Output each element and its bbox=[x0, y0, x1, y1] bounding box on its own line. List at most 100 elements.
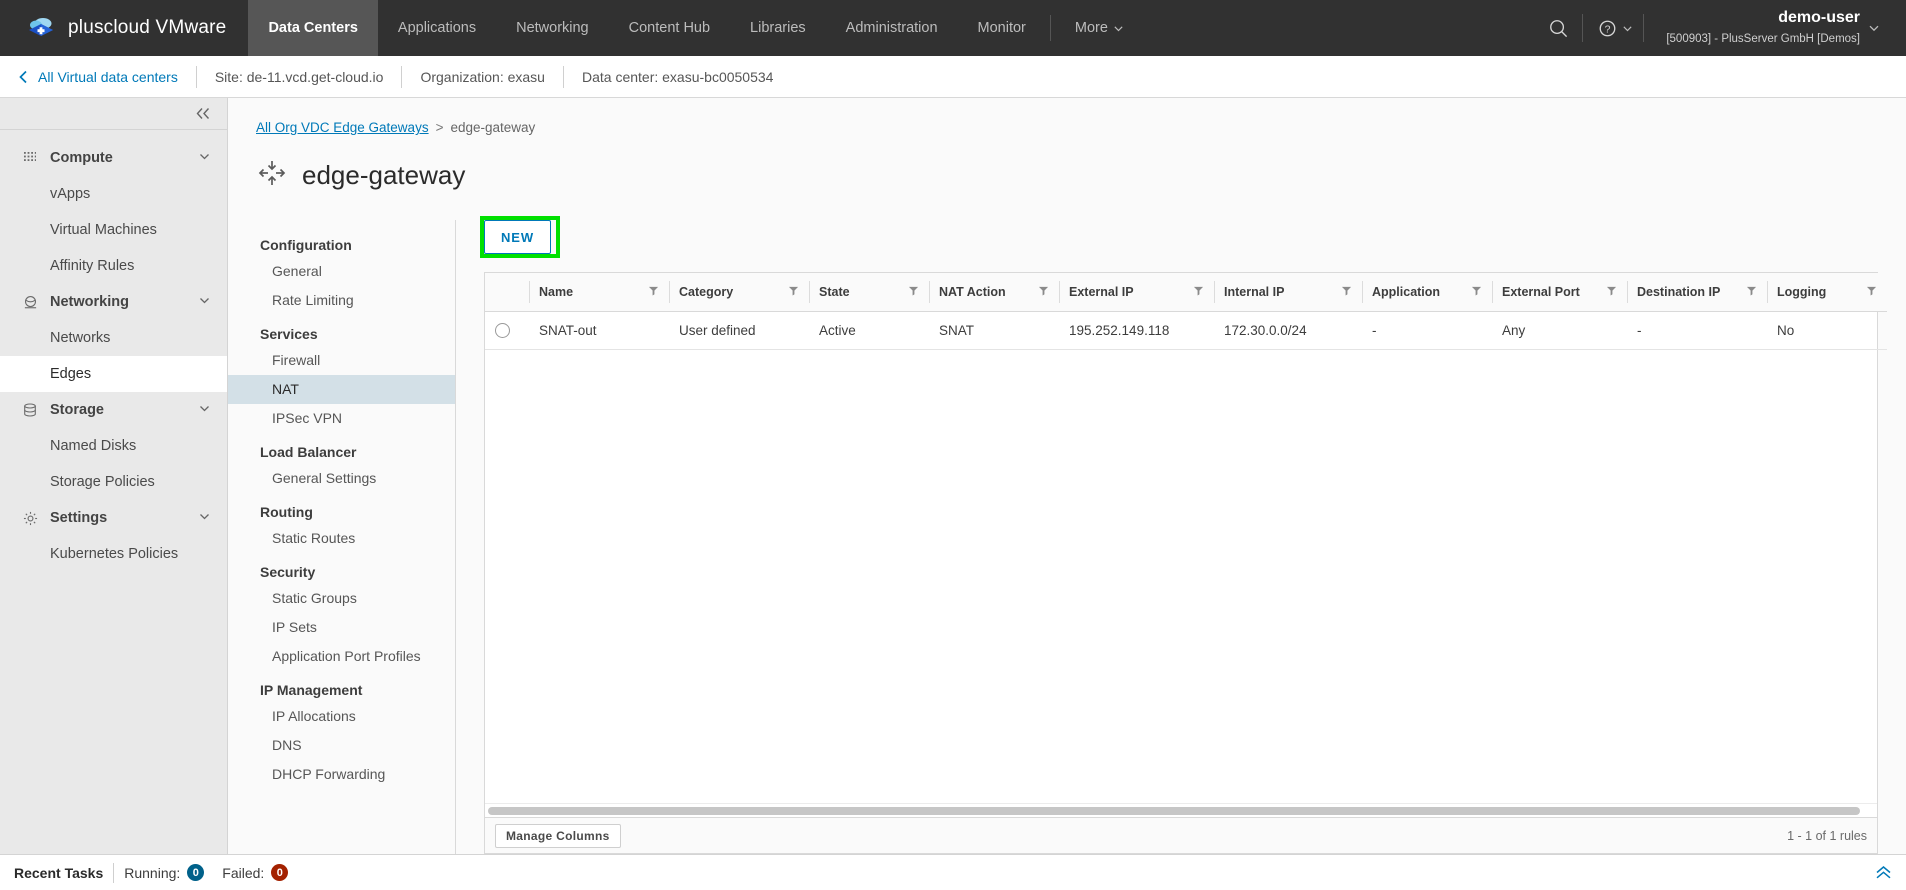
chevron-down-icon[interactable] bbox=[198, 150, 211, 167]
sidebar-group-label-settings: Settings bbox=[50, 510, 108, 526]
sidebar-group-settings[interactable]: Settings bbox=[0, 500, 227, 536]
subnav-item-firewall[interactable]: Firewall bbox=[228, 346, 455, 375]
sidebar-item-kubernetes-policies[interactable]: Kubernetes Policies bbox=[0, 536, 227, 572]
sidebar-item-affinity-rules[interactable]: Affinity Rules bbox=[0, 248, 227, 284]
gear-icon bbox=[20, 511, 40, 526]
sidebar-item-vapps[interactable]: vApps bbox=[0, 176, 227, 212]
scrollbar-thumb[interactable] bbox=[488, 806, 1861, 815]
new-button[interactable]: NEW bbox=[484, 220, 552, 254]
context-breadcrumb-bar: All Virtual data centers Site: de-11.vcd… bbox=[0, 56, 1906, 98]
chevron-down-icon[interactable] bbox=[198, 402, 211, 419]
cell-destination-ip: - bbox=[1627, 311, 1767, 350]
subnav-item-ipsec-vpn[interactable]: IPSec VPN bbox=[228, 404, 455, 433]
col-label-external-port: External Port bbox=[1502, 284, 1580, 299]
table-header-category[interactable]: Category bbox=[669, 273, 809, 312]
sidebar-group-compute[interactable]: Compute bbox=[0, 140, 227, 176]
page-title-row: edge-gateway bbox=[256, 157, 1906, 194]
breadcrumb-divider-3 bbox=[562, 65, 564, 88]
filter-icon[interactable] bbox=[1746, 285, 1757, 299]
brand-logo-area[interactable]: pluscloud VMware bbox=[0, 0, 248, 56]
nat-rules-table: Name Category State NAT Action External … bbox=[485, 273, 1887, 350]
subnav-item-dhcp-forwarding[interactable]: DHCP Forwarding bbox=[228, 760, 455, 789]
back-to-all-vdc-link[interactable]: All Virtual data centers bbox=[18, 69, 178, 85]
subnav-item-dns[interactable]: DNS bbox=[228, 731, 455, 760]
sidebar-group-label-storage: Storage bbox=[50, 402, 104, 418]
topnav-item-data-centers[interactable]: Data Centers bbox=[248, 0, 378, 56]
page-header: All Org VDC Edge Gateways > edge-gateway bbox=[228, 98, 1906, 194]
table-header-name[interactable]: Name bbox=[529, 273, 669, 312]
table-header-logging[interactable]: Logging bbox=[1767, 273, 1887, 312]
user-menu[interactable]: demo-user [500903] - PlusServer GmbH [De… bbox=[1644, 8, 1880, 48]
subnav-item-rate-limiting[interactable]: Rate Limiting bbox=[228, 286, 455, 315]
sidebar-item-storage-policies[interactable]: Storage Policies bbox=[0, 464, 227, 500]
filter-icon[interactable] bbox=[1866, 285, 1877, 299]
running-count-badge: 0 bbox=[187, 864, 205, 881]
table-body: SNAT-out User defined Active SNAT 195.25… bbox=[485, 311, 1887, 350]
sidebar-item-named-disks[interactable]: Named Disks bbox=[0, 428, 227, 464]
search-button[interactable] bbox=[1534, 0, 1582, 56]
top-navigation-bar: pluscloud VMware Data Centers Applicatio… bbox=[0, 0, 1906, 56]
row-radio-button[interactable] bbox=[495, 322, 510, 338]
table-header-application[interactable]: Application bbox=[1362, 273, 1492, 312]
table-header-internal-ip[interactable]: Internal IP bbox=[1214, 273, 1362, 312]
filter-icon[interactable] bbox=[788, 285, 799, 299]
double-chevron-left-icon bbox=[196, 108, 210, 119]
user-name: demo-user bbox=[1778, 9, 1860, 26]
network-globe-icon bbox=[20, 295, 40, 310]
page-body: Compute vApps Virtual Machines Affinity … bbox=[0, 98, 1906, 854]
filter-icon[interactable] bbox=[648, 285, 659, 299]
content-split: Configuration General Rate Limiting Serv… bbox=[228, 216, 1906, 854]
topnav-item-libraries[interactable]: Libraries bbox=[730, 0, 826, 56]
topnav-item-content-hub[interactable]: Content Hub bbox=[609, 0, 730, 56]
subnav-item-nat[interactable]: NAT bbox=[228, 375, 455, 404]
filter-icon[interactable] bbox=[1471, 285, 1482, 299]
chevron-left-icon bbox=[19, 70, 27, 83]
topnav-item-networking[interactable]: Networking bbox=[496, 0, 609, 56]
table-horizontal-scrollbar[interactable] bbox=[485, 803, 1877, 817]
table-header-external-port[interactable]: External Port bbox=[1492, 273, 1627, 312]
filter-icon[interactable] bbox=[1606, 285, 1617, 299]
sidebar-collapse-button[interactable] bbox=[0, 98, 227, 130]
sidebar-group-storage[interactable]: Storage bbox=[0, 392, 227, 428]
filter-icon[interactable] bbox=[1341, 285, 1352, 299]
subnav-item-ip-allocations[interactable]: IP Allocations bbox=[228, 702, 455, 731]
table-header-state[interactable]: State bbox=[809, 273, 929, 312]
topnav-item-applications[interactable]: Applications bbox=[378, 0, 496, 56]
manage-columns-button[interactable]: Manage Columns bbox=[495, 823, 621, 848]
subnav-item-static-routes[interactable]: Static Routes bbox=[228, 524, 455, 553]
help-circle-icon: ? bbox=[1599, 20, 1616, 36]
topnav-item-administration[interactable]: Administration bbox=[826, 0, 958, 56]
breadcrumb-link-all-edge-gateways[interactable]: All Org VDC Edge Gateways bbox=[256, 120, 429, 135]
table-header-destination-ip[interactable]: Destination IP bbox=[1627, 273, 1767, 312]
table-header-external-ip[interactable]: External IP bbox=[1059, 273, 1214, 312]
chevron-down-icon[interactable] bbox=[198, 510, 211, 527]
breadcrumb-current: edge-gateway bbox=[450, 120, 536, 135]
filter-icon[interactable] bbox=[1038, 285, 1049, 299]
table-header-nat-action[interactable]: NAT Action bbox=[929, 273, 1059, 312]
subnav-header-ip-management: IP Management bbox=[260, 682, 363, 698]
sidebar-group-networking[interactable]: Networking bbox=[0, 284, 227, 320]
topnav-item-monitor[interactable]: Monitor bbox=[958, 0, 1046, 56]
subnav-item-general-settings[interactable]: General Settings bbox=[228, 464, 455, 493]
subnav-item-general[interactable]: General bbox=[228, 257, 455, 286]
table-header-row: Name Category State NAT Action External … bbox=[485, 273, 1887, 312]
left-sidebar: Compute vApps Virtual Machines Affinity … bbox=[0, 98, 228, 854]
topnav-item-more[interactable]: More bbox=[1055, 0, 1144, 56]
running-tasks-stat: Running: 0 bbox=[124, 864, 205, 881]
help-button[interactable]: ? bbox=[1583, 0, 1643, 56]
expand-recent-tasks-button[interactable] bbox=[1875, 866, 1892, 879]
row-count-label: 1 - 1 of 1 rules bbox=[1787, 828, 1867, 843]
filter-icon[interactable] bbox=[908, 285, 919, 299]
sidebar-item-networks[interactable]: Networks bbox=[0, 320, 227, 356]
sidebar-item-edges[interactable]: Edges bbox=[0, 356, 227, 392]
sidebar-item-virtual-machines[interactable]: Virtual Machines bbox=[0, 212, 227, 248]
subnav-item-static-groups[interactable]: Static Groups bbox=[228, 584, 455, 613]
table-row[interactable]: SNAT-out User defined Active SNAT 195.25… bbox=[485, 311, 1887, 350]
subnav-header-routing: Routing bbox=[260, 504, 313, 520]
row-select-cell[interactable] bbox=[485, 311, 529, 350]
filter-icon[interactable] bbox=[1193, 285, 1204, 299]
subnav-item-application-port-profiles[interactable]: Application Port Profiles bbox=[228, 642, 455, 671]
chevron-down-icon[interactable] bbox=[198, 294, 211, 311]
user-organization: [500903] - PlusServer GmbH [Demos] bbox=[1666, 33, 1860, 45]
subnav-item-ip-sets[interactable]: IP Sets bbox=[228, 613, 455, 642]
